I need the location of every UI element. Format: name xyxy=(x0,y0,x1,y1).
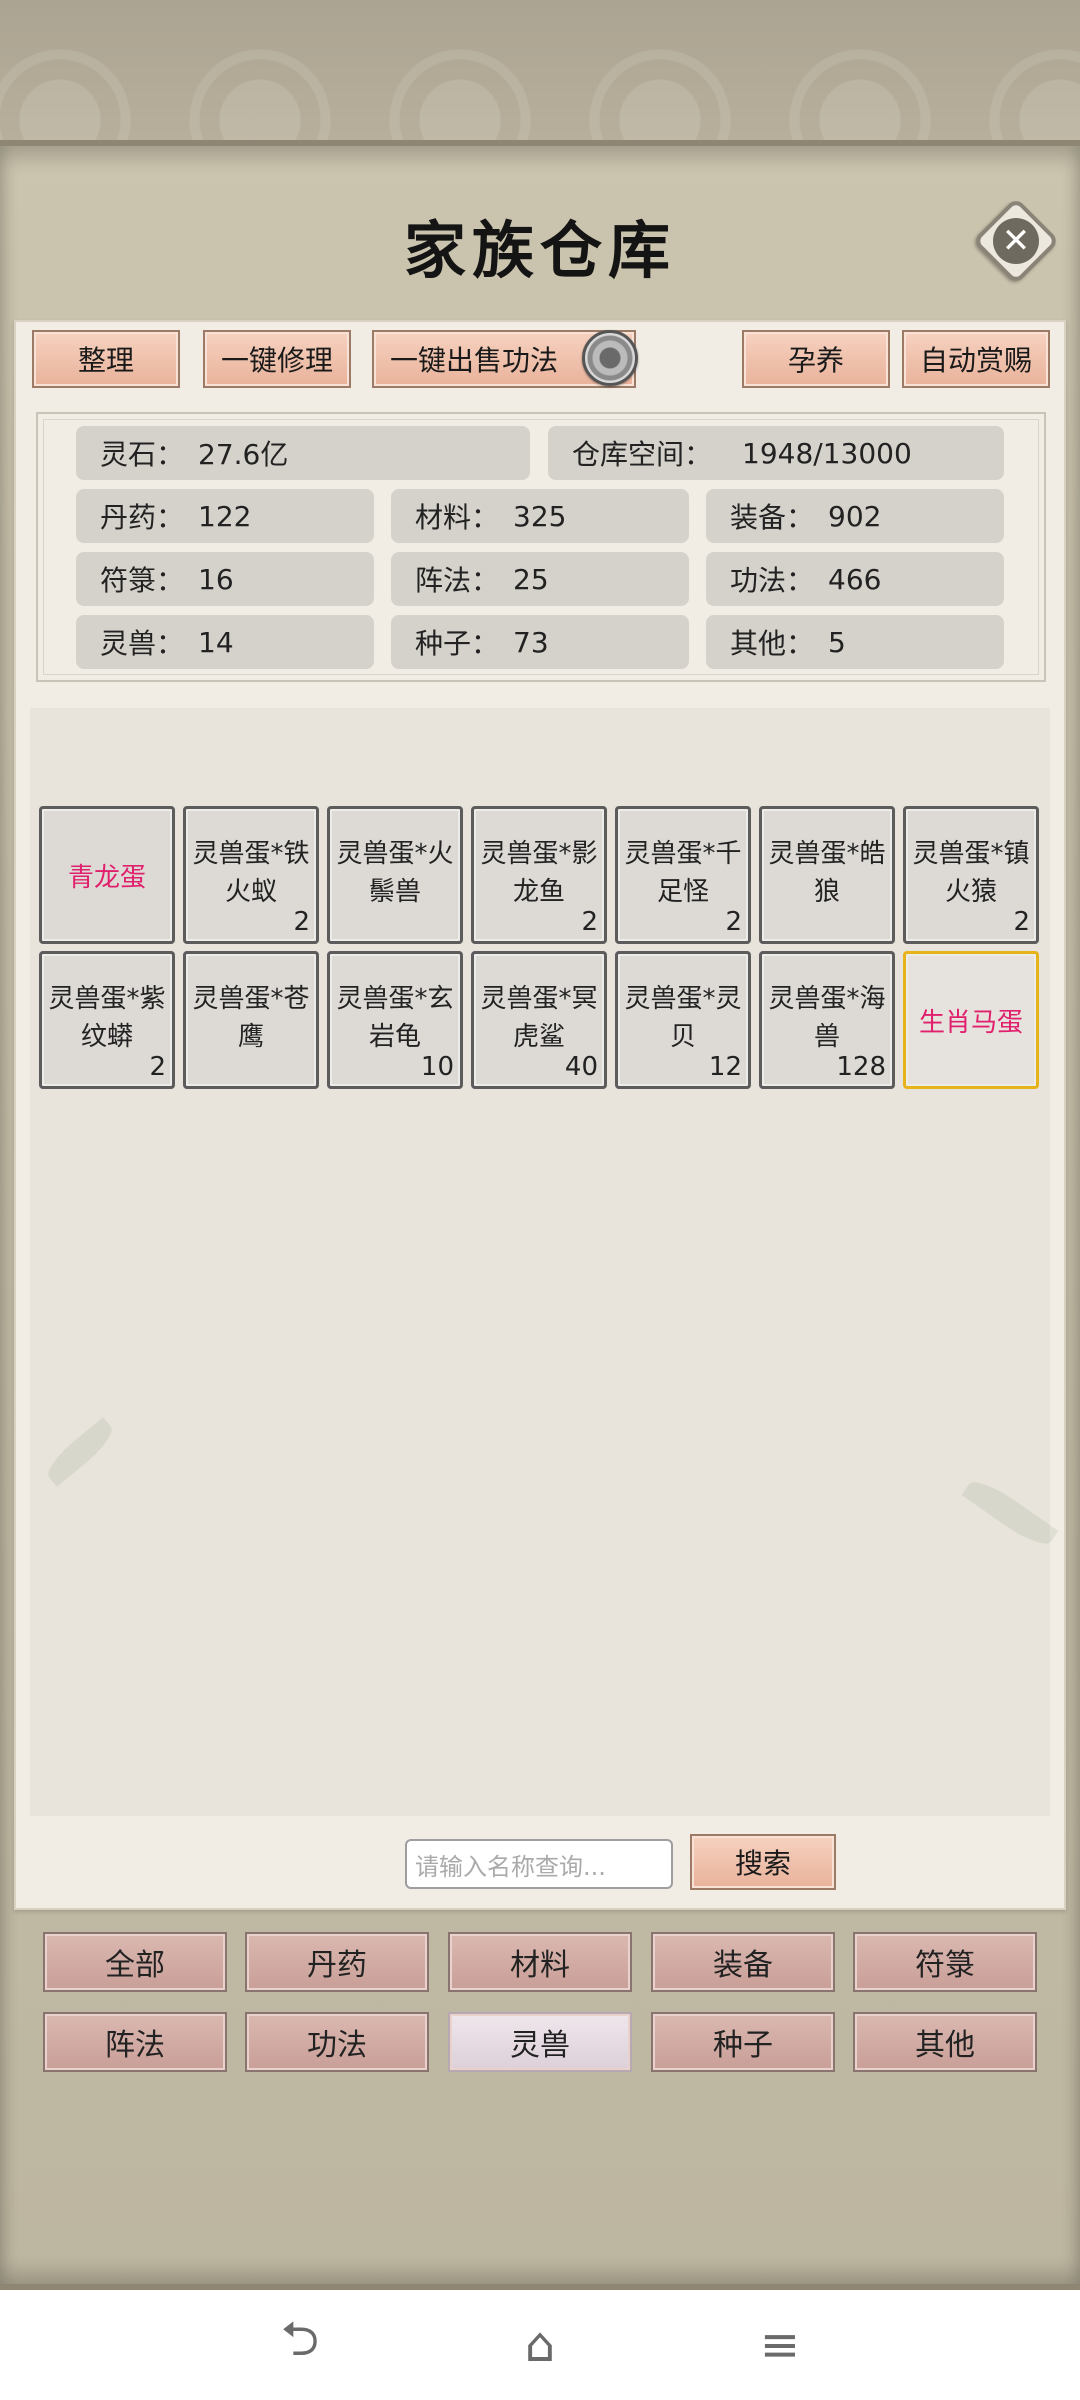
stat-label: 阵法： xyxy=(415,564,500,597)
tab-beasts[interactable]: 灵兽 xyxy=(448,2012,632,2072)
tab-others[interactable]: 其他 xyxy=(853,2012,1037,2072)
stat-spirit-stone: 灵石： 27.6亿 xyxy=(76,426,530,480)
stat-label: 灵兽： xyxy=(100,627,185,660)
stat-label: 仓库空间： xyxy=(572,438,713,471)
tab-formations[interactable]: 阵法 xyxy=(43,2012,227,2072)
stat-value: 325 xyxy=(513,499,567,533)
item-cell[interactable]: 灵兽蛋*玄 岩龟 10 xyxy=(327,951,463,1089)
item-cell[interactable]: 灵兽蛋*海兽 128 xyxy=(759,951,895,1089)
stat-talismans: 符箓： 16 xyxy=(76,552,374,606)
item-count: 128 xyxy=(836,1052,886,1082)
stat-seeds: 种子： 73 xyxy=(391,615,689,669)
item-name: 灵兽蛋*影 龙鱼 xyxy=(480,839,598,907)
stat-beasts: 灵兽： 14 xyxy=(76,615,374,669)
tab-equipment[interactable]: 装备 xyxy=(651,1932,835,1992)
item-cell[interactable]: 灵兽蛋*铁 火蚁 2 xyxy=(183,806,319,944)
gear-icon[interactable] xyxy=(582,330,638,386)
item-name: 灵兽蛋*紫 纹蟒 xyxy=(48,984,166,1052)
item-name: 灵兽蛋*海兽 xyxy=(768,984,886,1052)
tab-materials[interactable]: 材料 xyxy=(448,1932,632,1992)
item-count: 2 xyxy=(293,907,310,937)
stat-value: 1948/13000 xyxy=(742,436,912,470)
item-name: 灵兽蛋*千 足怪 xyxy=(624,839,742,907)
stat-value: 16 xyxy=(198,562,234,596)
item-cell[interactable]: 灵兽蛋*火 鬃兽 xyxy=(327,806,463,944)
item-cell[interactable]: 灵兽蛋*镇 火猿 2 xyxy=(903,806,1039,944)
auto-reward-button[interactable]: 自动赏赐 xyxy=(902,330,1050,388)
top-decoration xyxy=(0,0,1080,150)
stat-value: 73 xyxy=(513,625,549,659)
tab-pills[interactable]: 丹药 xyxy=(245,1932,429,1992)
item-name: 灵兽蛋*冥 虎鲨 xyxy=(480,984,598,1052)
back-icon[interactable]: ⮌ xyxy=(260,2305,340,2385)
item-name: 灵兽蛋*玄 岩龟 xyxy=(336,984,454,1052)
item-count: 12 xyxy=(708,1052,742,1082)
stat-label: 材料： xyxy=(415,501,500,534)
stat-value: 25 xyxy=(513,562,549,596)
item-cell[interactable]: 灵兽蛋*影 龙鱼 2 xyxy=(471,806,607,944)
item-name: 灵兽蛋*苍鹰 xyxy=(192,984,310,1052)
item-cell[interactable]: 灵兽蛋*苍鹰 xyxy=(183,951,319,1089)
menu-icon[interactable]: ≡ xyxy=(740,2305,820,2385)
item-name: 灵兽蛋*灵贝 xyxy=(624,984,742,1052)
stat-pills: 丹药： 122 xyxy=(76,489,374,543)
stat-label: 灵石： xyxy=(100,438,185,471)
item-name: 灵兽蛋*火 鬃兽 xyxy=(336,839,454,907)
search-button[interactable]: 搜索 xyxy=(690,1834,836,1890)
item-count: 2 xyxy=(725,907,742,937)
item-name: 灵兽蛋*皓狼 xyxy=(768,839,886,907)
stat-label: 种子： xyxy=(415,627,500,660)
incubate-button[interactable]: 孕养 xyxy=(742,330,890,388)
item-count: 2 xyxy=(149,1052,166,1082)
stat-label: 符箓： xyxy=(100,564,185,597)
stat-value: 14 xyxy=(198,625,234,659)
stat-formations: 阵法： 25 xyxy=(391,552,689,606)
stat-value: 5 xyxy=(828,625,846,659)
stat-skills: 功法： 466 xyxy=(706,552,1004,606)
tab-seeds[interactable]: 种子 xyxy=(651,2012,835,2072)
item-cell[interactable]: 灵兽蛋*灵贝 12 xyxy=(615,951,751,1089)
item-name: 生肖马蛋 xyxy=(918,1008,1023,1038)
organize-button[interactable]: 整理 xyxy=(32,330,180,388)
stat-equipment: 装备： 902 xyxy=(706,489,1004,543)
close-icon: ✕ xyxy=(993,218,1039,264)
stat-value: 466 xyxy=(828,562,882,596)
stat-label: 丹药： xyxy=(100,501,185,534)
page-title: 家族仓库 xyxy=(403,214,676,287)
item-name: 灵兽蛋*镇 火猿 xyxy=(912,839,1030,907)
stat-value: 902 xyxy=(828,499,882,533)
item-cell-selected[interactable]: 生肖马蛋 xyxy=(903,951,1039,1089)
tab-talismans[interactable]: 符箓 xyxy=(853,1932,1037,1992)
stat-value: 122 xyxy=(198,499,252,533)
item-count: 40 xyxy=(564,1052,598,1082)
item-count: 2 xyxy=(581,907,598,937)
stat-label: 功法： xyxy=(730,564,815,597)
home-icon[interactable]: ⌂ xyxy=(500,2305,580,2385)
stat-label: 其他： xyxy=(730,627,815,660)
item-count: 10 xyxy=(420,1052,454,1082)
stat-materials: 材料： 325 xyxy=(391,489,689,543)
repair-all-button[interactable]: 一键修理 xyxy=(203,330,351,388)
stat-others: 其他： 5 xyxy=(706,615,1004,669)
item-cell[interactable]: 青龙蛋 xyxy=(39,806,175,944)
item-cell[interactable]: 灵兽蛋*冥 虎鲨 40 xyxy=(471,951,607,1089)
stat-storage: 仓库空间： 1948/13000 xyxy=(548,426,1004,480)
item-cell[interactable]: 灵兽蛋*千 足怪 2 xyxy=(615,806,751,944)
stat-label: 装备： xyxy=(730,501,815,534)
stat-value: 27.6亿 xyxy=(198,438,289,471)
item-count: 2 xyxy=(1013,907,1030,937)
item-cell[interactable]: 灵兽蛋*皓狼 xyxy=(759,806,895,944)
tab-skills[interactable]: 功法 xyxy=(245,2012,429,2072)
item-name: 青龙蛋 xyxy=(67,863,146,893)
item-cell[interactable]: 灵兽蛋*紫 纹蟒 2 xyxy=(39,951,175,1089)
search-input[interactable]: 请输入名称查询... xyxy=(405,1839,673,1889)
tab-all[interactable]: 全部 xyxy=(43,1932,227,1992)
item-name: 灵兽蛋*铁 火蚁 xyxy=(192,839,310,907)
